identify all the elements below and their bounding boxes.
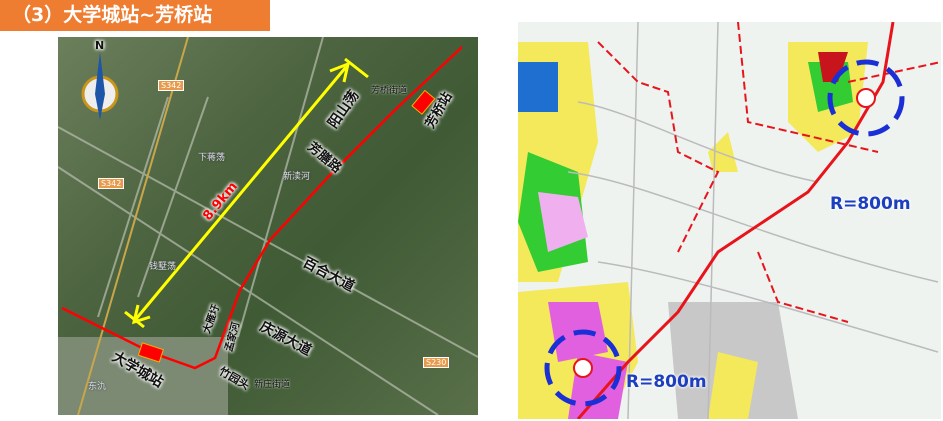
- section-title: （3）大学城站~芳桥站: [0, 0, 270, 31]
- radius-label: R=800m: [626, 372, 707, 392]
- area-label: 下蒋荡: [198, 153, 226, 163]
- boundary-lines: [597, 22, 941, 323]
- area-label: 新庄街道: [254, 380, 291, 390]
- planning-map[interactable]: R=800m R=800m: [518, 22, 941, 419]
- road-shield: S342: [158, 80, 185, 91]
- landuse-residential: [708, 132, 738, 172]
- radius-label: R=800m: [830, 194, 911, 214]
- area-label: 芳桥街道: [371, 86, 408, 96]
- road-shield: S342: [98, 178, 125, 189]
- station-daxuecheng-icon: [573, 358, 593, 378]
- area-label: 新渎河: [283, 172, 311, 182]
- compass-icon: [81, 52, 119, 120]
- landuse-water: [518, 62, 558, 112]
- satellite-map[interactable]: N S342 S342 S230 芳桥街道 新庄街道 下蒋荡 新渎河 钱墅荡 东…: [58, 37, 478, 415]
- road-shield: S230: [423, 357, 450, 368]
- compass-north: N: [95, 39, 105, 52]
- area-label: 东氿: [88, 382, 107, 392]
- station-fangqiao-icon: [856, 88, 876, 108]
- land-use-overlay: [518, 22, 941, 419]
- area-label: 钱墅荡: [149, 262, 177, 272]
